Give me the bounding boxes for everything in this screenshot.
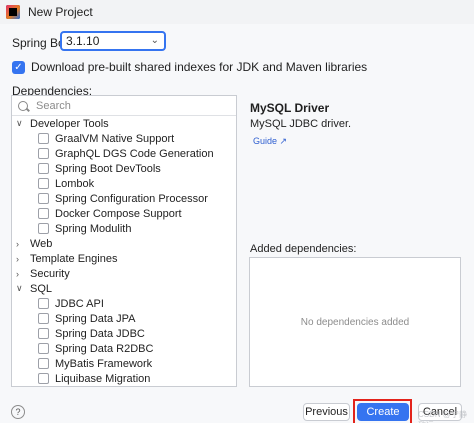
dependency-item[interactable]: Spring Boot DevTools xyxy=(12,161,230,176)
dependency-checkbox[interactable] xyxy=(38,193,49,204)
added-dependencies-panel: No dependencies added xyxy=(249,257,461,387)
dependency-label: Spring Data JPA xyxy=(55,312,136,325)
added-dependencies-label: Added dependencies: xyxy=(250,243,357,255)
guide-link[interactable]: Guide ↗ xyxy=(253,136,287,147)
dependency-checkbox[interactable] xyxy=(38,328,49,339)
dependency-checkbox[interactable] xyxy=(38,373,49,384)
chevron-down-icon[interactable]: ∨ xyxy=(16,118,26,129)
dependency-checkbox[interactable] xyxy=(38,358,49,369)
help-icon[interactable]: ? xyxy=(11,405,25,419)
dependency-label: Spring Modulith xyxy=(55,222,132,235)
dependency-item[interactable]: Liquibase Migration xyxy=(12,371,230,386)
dependency-item[interactable]: Spring Data R2DBC xyxy=(12,341,230,356)
dependency-item[interactable]: Spring Modulith xyxy=(12,221,230,236)
category-label: SQL xyxy=(30,282,53,295)
dependency-item[interactable]: Spring Data JDBC xyxy=(12,326,230,341)
dependency-item[interactable]: GraalVM Native Support xyxy=(12,131,230,146)
chevron-right-icon[interactable]: › xyxy=(16,239,26,249)
download-indexes-label: Download pre-built shared indexes for JD… xyxy=(31,60,368,74)
chevron-down-icon: ⌄ xyxy=(150,35,159,46)
dependency-item[interactable]: GraphQL DGS Code Generation xyxy=(12,146,230,161)
dependency-checkbox[interactable] xyxy=(38,163,49,174)
dependency-checkbox[interactable] xyxy=(38,298,49,309)
chevron-right-icon[interactable]: › xyxy=(16,269,26,279)
dependency-item[interactable]: MyBatis Framework xyxy=(12,356,230,371)
download-indexes-row[interactable]: ✓ Download pre-built shared indexes for … xyxy=(12,60,367,74)
intellij-logo-icon xyxy=(6,5,20,19)
dependency-label: MyBatis Framework xyxy=(55,357,153,370)
window-title: New Project xyxy=(28,5,93,19)
spring-boot-version-select[interactable]: 3.1.10 ⌄ xyxy=(60,31,166,51)
dependency-checkbox[interactable] xyxy=(38,178,49,189)
dependency-label: Spring Boot DevTools xyxy=(55,162,161,175)
dependency-tree: ∨ Developer Tools GraalVM Native Support Gr… xyxy=(12,116,230,386)
dependency-label: Spring Data JDBC xyxy=(55,327,145,340)
dependency-checkbox[interactable] xyxy=(38,148,49,159)
dependency-label: Spring Data R2DBC xyxy=(55,342,154,355)
dependency-checkbox[interactable] xyxy=(38,223,49,234)
selected-dependency-title: MySQL Driver xyxy=(250,101,330,115)
dependency-category[interactable]: ∨ Developer Tools xyxy=(12,116,230,131)
chevron-right-icon[interactable]: › xyxy=(16,254,26,264)
download-indexes-checkbox[interactable]: ✓ xyxy=(12,60,25,74)
dependency-item[interactable]: Spring Data JPA xyxy=(12,311,230,326)
dependency-item[interactable]: Spring Configuration Processor xyxy=(12,191,230,206)
dependency-item[interactable]: JDBC API xyxy=(12,296,230,311)
category-label: Web xyxy=(30,237,53,250)
dependency-checkbox[interactable] xyxy=(38,343,49,354)
category-label: Security xyxy=(30,267,70,280)
dependency-item[interactable]: Lombok xyxy=(12,176,230,191)
create-button[interactable]: Create xyxy=(357,403,409,421)
search-icon xyxy=(18,100,28,111)
category-label: Developer Tools xyxy=(30,117,109,130)
dependency-category[interactable]: › Web xyxy=(12,236,230,251)
previous-button[interactable]: Previous xyxy=(303,403,350,421)
dependency-label: GraphQL DGS Code Generation xyxy=(55,147,214,160)
dependency-category[interactable]: ∨ SQL xyxy=(12,281,230,296)
dependency-label: GraalVM Native Support xyxy=(55,132,175,145)
dependency-label: Lombok xyxy=(55,177,95,190)
dependencies-panel: Search ∨ Developer Tools GraalVM Native Su… xyxy=(11,95,237,387)
dependency-category[interactable]: › Template Engines xyxy=(12,251,230,266)
dependency-checkbox[interactable] xyxy=(38,133,49,144)
title-bar: New Project xyxy=(0,0,474,24)
dependency-item[interactable]: Docker Compose Support xyxy=(12,206,230,221)
search-placeholder: Search xyxy=(36,99,71,112)
dependency-search[interactable]: Search xyxy=(12,96,236,116)
chevron-down-icon[interactable]: ∨ xyxy=(16,283,26,294)
watermark: CSDN @宁静致远 xyxy=(418,410,468,423)
dependency-label: Docker Compose Support xyxy=(55,207,182,220)
dependency-label: JDBC API xyxy=(55,297,104,310)
dependency-label: Liquibase Migration xyxy=(55,372,151,385)
dependency-checkbox[interactable] xyxy=(38,208,49,219)
no-dependencies-text: No dependencies added xyxy=(300,316,410,328)
category-label: Template Engines xyxy=(30,252,118,265)
spring-boot-version-value: 3.1.10 xyxy=(66,34,100,48)
dependency-label: Spring Configuration Processor xyxy=(55,192,208,205)
dependency-checkbox[interactable] xyxy=(38,313,49,324)
dependency-category[interactable]: › Security xyxy=(12,266,230,281)
selected-dependency-description: MySQL JDBC driver. xyxy=(250,118,352,130)
